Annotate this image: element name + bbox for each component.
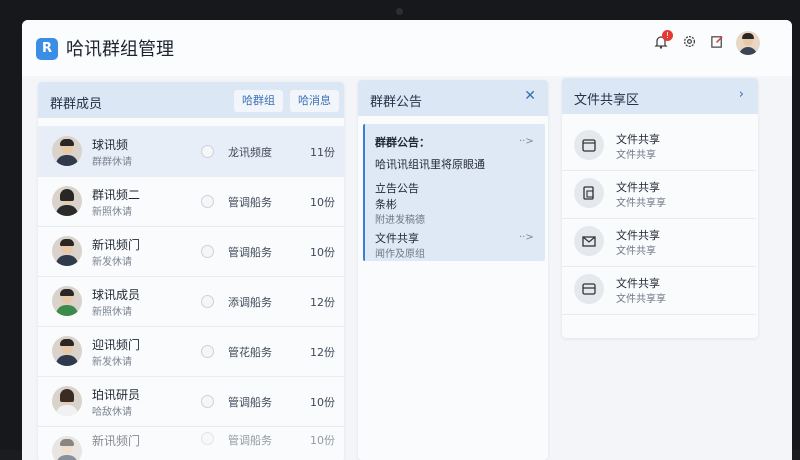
bell-icon[interactable]: ! [650, 30, 673, 56]
member-count: 12份 [310, 296, 335, 309]
announce-panel-title: 群群公告 [370, 95, 423, 110]
file-row[interactable]: 文件共享 文件共享享 [562, 266, 756, 315]
member-select-radio[interactable] [201, 295, 214, 308]
member-row[interactable]: 球讯频 群群休请 龙讯频度 11份 [38, 126, 344, 177]
member-avatar [52, 336, 82, 366]
member-subtitle: 哈敌休请 [92, 407, 132, 418]
arrow-icon[interactable]: ··> [519, 136, 534, 147]
announce-panel-header: 群群公告 ✕ [358, 80, 548, 116]
document-icon [574, 178, 604, 208]
file-name: 文件共享 [616, 229, 660, 242]
member-avatar [52, 286, 82, 316]
members-panel-title: 群群成员 [50, 97, 103, 112]
member-select-radio[interactable] [201, 245, 214, 258]
member-count: 10份 [310, 196, 335, 209]
member-count: 11份 [310, 146, 335, 159]
member-avatar [52, 236, 82, 266]
member-subtitle: 新发休请 [92, 357, 132, 368]
member-status: 管调船务 [228, 396, 272, 409]
edit-icon[interactable] [706, 34, 728, 56]
member-row[interactable]: 群讯频二 新照休请 管调船务 10份 [38, 176, 344, 227]
gear-icon[interactable] [678, 34, 700, 56]
notification-badge: ! [662, 30, 673, 41]
files-panel: 文件共享区 › 文件共享 文件共享 文件共享 文件共享享 文件共享 文件共享 文… [562, 78, 758, 338]
member-select-radio[interactable] [201, 345, 214, 358]
member-subtitle: 新照休请 [92, 207, 132, 218]
announce-item-title: 立告公告 [375, 182, 419, 195]
member-name: 珀讯研员 [92, 388, 141, 402]
member-avatar [52, 136, 82, 166]
announce-panel: 群群公告 ✕ 群群公告： ··> 哈讯讯组讯里将原眼通 立告公告 条彬 附进发稿… [358, 80, 548, 460]
announce-card: 群群公告： ··> 哈讯讯组讯里将原眼通 立告公告 条彬 附进发稿德 文件共享 … [363, 124, 545, 261]
member-name: 迎讯频门 [92, 338, 141, 352]
calendar-icon [574, 130, 604, 160]
app-screen: R 哈讯群组管理 ! 群群成员 哈群组 哈消息 球讯频 群群休请 龙讯频度 11… [22, 20, 792, 460]
member-count: 12份 [310, 346, 335, 359]
top-bar: R 哈讯群组管理 ! [22, 20, 792, 76]
member-status: 龙讯频度 [228, 146, 272, 159]
tab-messages[interactable]: 哈消息 [290, 90, 339, 112]
members-panel: 群群成员 哈群组 哈消息 球讯频 群群休请 龙讯频度 11份 群讯频二 新照休请… [38, 82, 344, 460]
member-select-radio[interactable] [201, 395, 214, 408]
member-status: 添调船务 [228, 296, 272, 309]
app-title: 哈讯群组管理 [66, 39, 174, 60]
member-row[interactable]: 珀讯研员 哈敌休请 管调船务 10份 [38, 376, 344, 427]
member-status: 管调船务 [228, 434, 272, 447]
chevron-right-icon[interactable]: › [739, 87, 744, 102]
member-row[interactable]: 新讯频门 管调船务 10份 [38, 426, 344, 460]
member-select-radio[interactable] [201, 195, 214, 208]
member-status: 管调船务 [228, 246, 272, 259]
files-panel-title: 文件共享区 [574, 93, 640, 108]
member-name: 新讯频门 [92, 434, 141, 448]
member-name: 球讯频 [92, 138, 129, 152]
file-name: 文件共享 [616, 277, 660, 290]
files-panel-header: 文件共享区 › [562, 78, 758, 114]
file-row[interactable]: 文件共享 文件共享 [562, 122, 756, 171]
app-logo-icon: R [36, 38, 58, 60]
member-count: 10份 [310, 396, 335, 409]
member-subtitle: 新照休请 [92, 307, 132, 318]
announce-card-title: 群群公告： [375, 136, 430, 149]
member-avatar [52, 386, 82, 416]
camera-dot [396, 8, 403, 15]
file-subtitle: 文件共享 [616, 150, 656, 161]
file-name: 文件共享 [616, 181, 660, 194]
file-subtitle: 文件共享享 [616, 198, 666, 209]
member-name: 群讯频二 [92, 188, 141, 202]
announce-item-sub: 附进发稿德 [375, 215, 425, 226]
member-status: 管花船务 [228, 346, 272, 359]
file-name: 文件共享 [616, 133, 660, 146]
arrow-icon[interactable]: ··> [519, 232, 534, 243]
member-name: 球讯成员 [92, 288, 141, 302]
member-row[interactable]: 新讯频门 新发休请 管调船务 10份 [38, 226, 344, 277]
file-row[interactable]: 文件共享 文件共享享 [562, 170, 756, 219]
member-count: 10份 [310, 434, 335, 447]
member-count: 10份 [310, 246, 335, 259]
members-panel-header: 群群成员 哈群组 哈消息 [38, 82, 344, 118]
file-subtitle: 文件共享 [616, 246, 656, 257]
announce-item-title: 文件共享 [375, 232, 419, 245]
member-select-radio[interactable] [201, 145, 214, 158]
member-name: 新讯频门 [92, 238, 141, 252]
card-icon [574, 274, 604, 304]
file-subtitle: 文件共享享 [616, 294, 666, 305]
member-avatar [52, 436, 82, 460]
file-row[interactable]: 文件共享 文件共享 [562, 218, 756, 267]
member-select-radio[interactable] [201, 432, 214, 445]
member-subtitle: 群群休请 [92, 157, 132, 168]
close-icon[interactable]: ✕ [524, 88, 536, 104]
member-status: 管调船务 [228, 196, 272, 209]
announce-line: 哈讯讯组讯里将原眼通 [375, 158, 485, 171]
tab-groups[interactable]: 哈群组 [234, 90, 283, 112]
user-avatar[interactable] [736, 31, 760, 55]
announce-item-sub: 闻作及原组 [375, 249, 425, 260]
member-row[interactable]: 球讯成员 新照休请 添调船务 12份 [38, 276, 344, 327]
mail-icon [574, 226, 604, 256]
member-row[interactable]: 迎讯频门 新发休请 管花船务 12份 [38, 326, 344, 377]
device-bezel: R 哈讯群组管理 ! 群群成员 哈群组 哈消息 球讯频 群群休请 龙讯频度 11… [0, 0, 800, 460]
announce-item-text: 条彬 [375, 198, 397, 211]
member-subtitle: 新发休请 [92, 257, 132, 268]
member-avatar [52, 186, 82, 216]
